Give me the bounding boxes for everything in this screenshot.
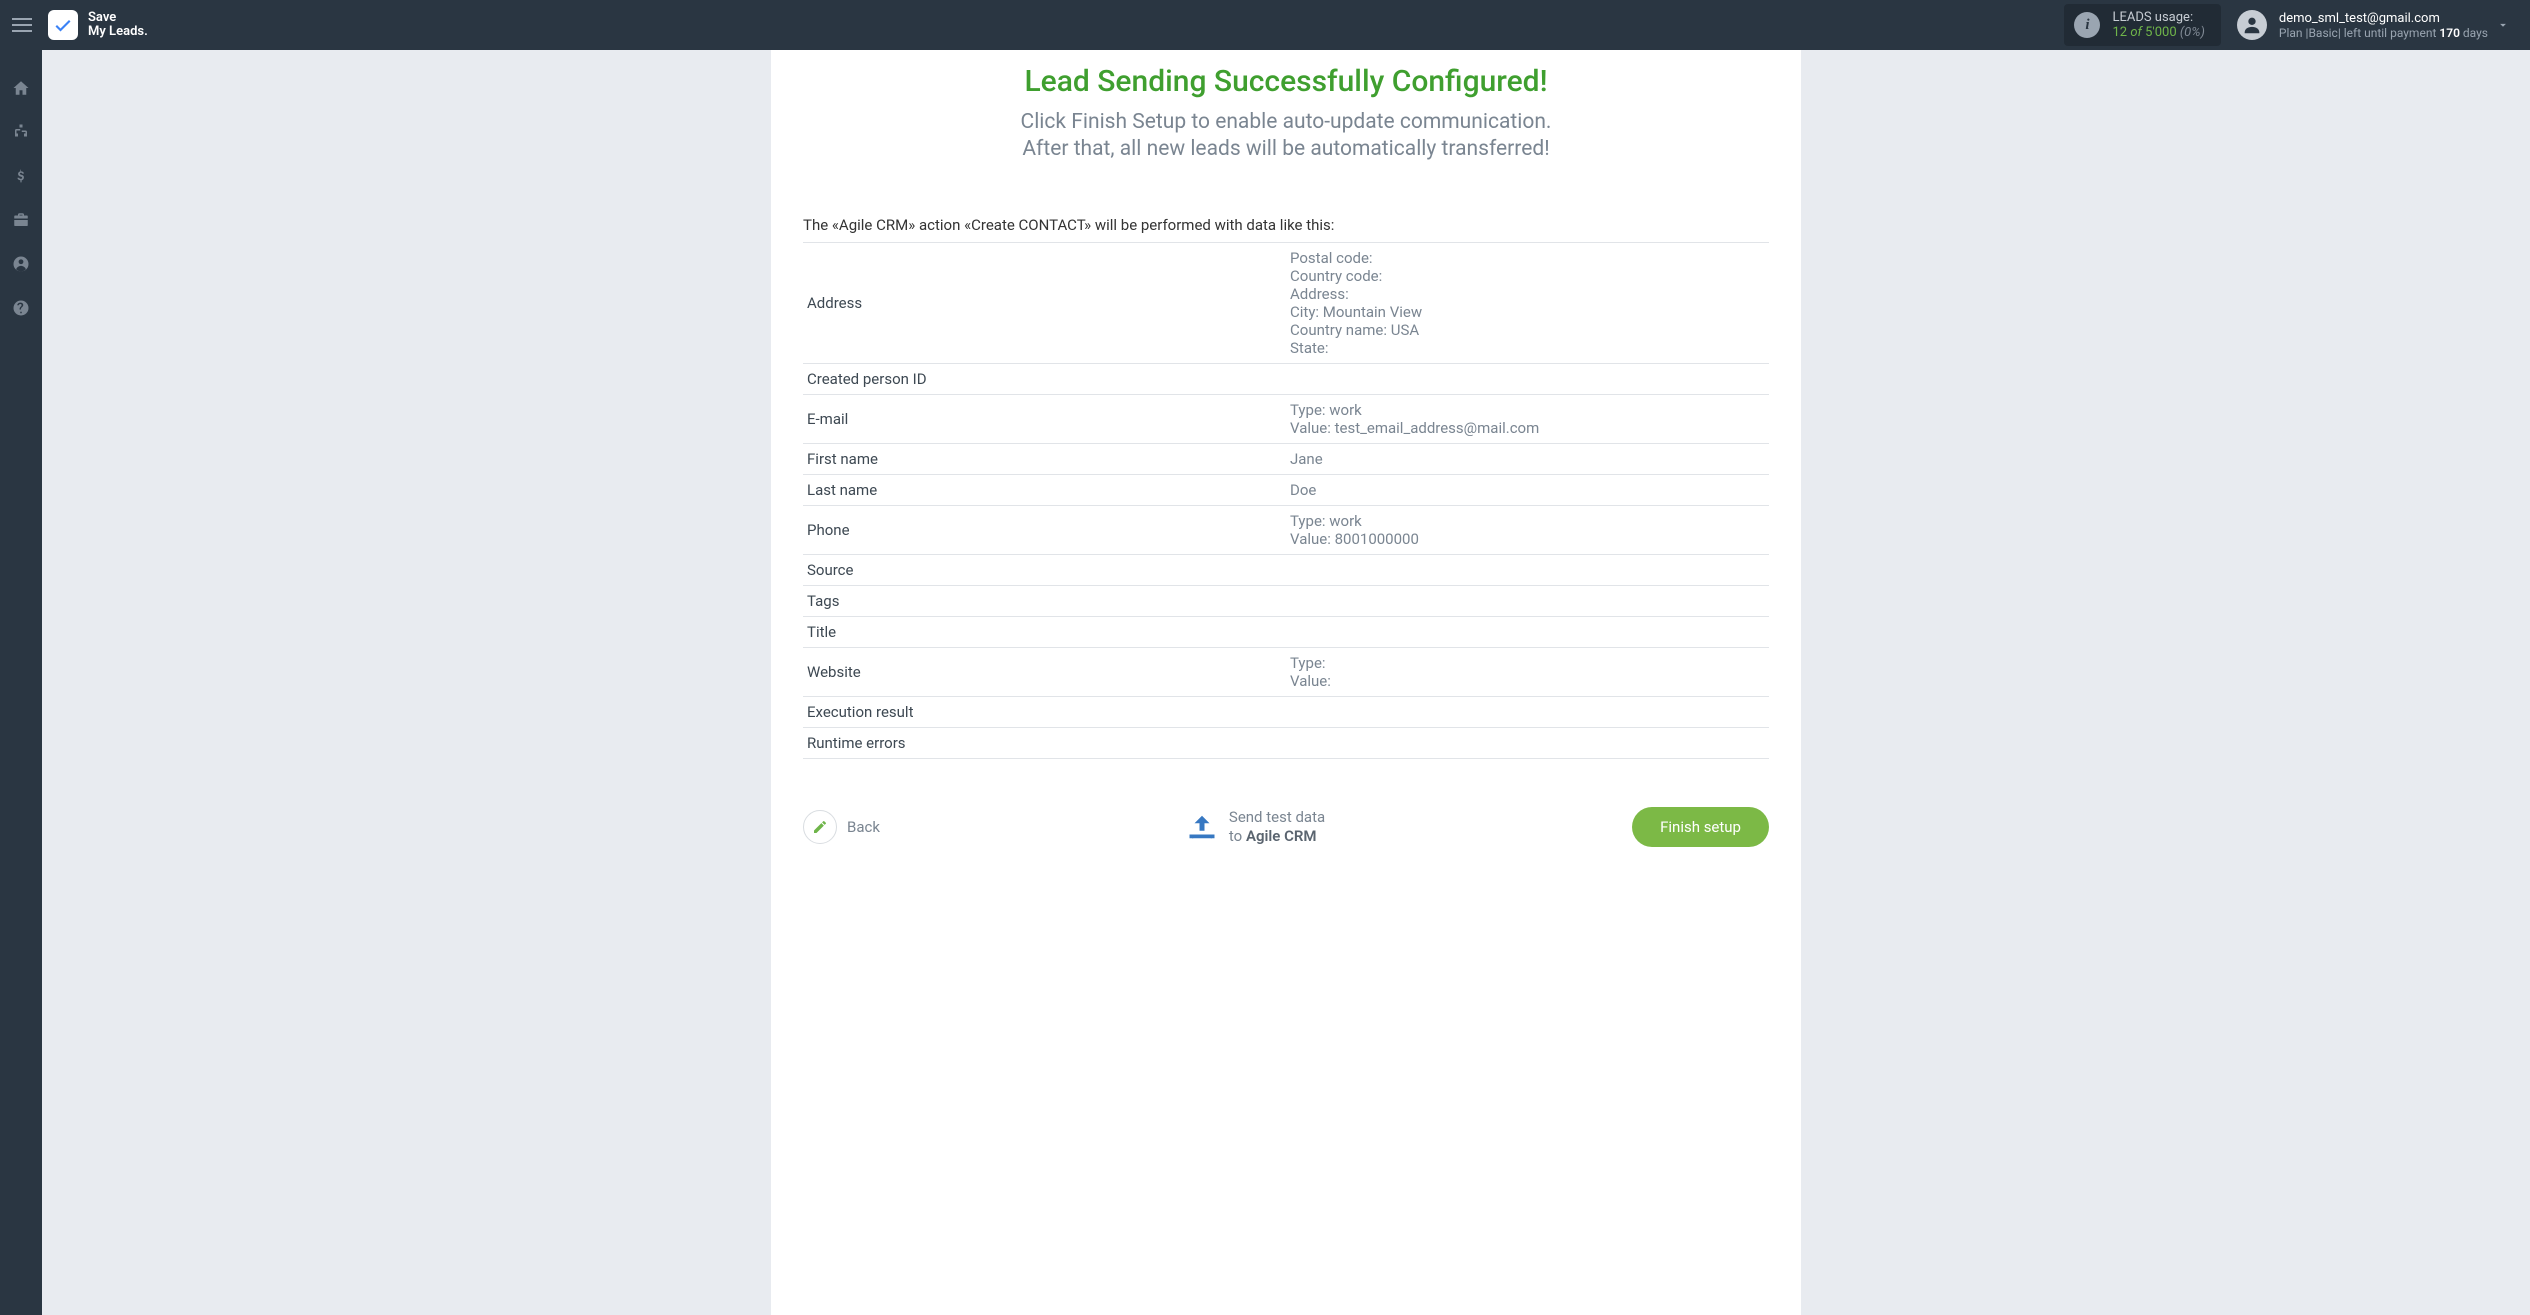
field-key: Source	[803, 554, 1286, 585]
field-value: Jane	[1286, 443, 1769, 474]
field-value: Postal code:Country code:Address:City: M…	[1286, 242, 1769, 363]
field-key: Tags	[803, 585, 1286, 616]
field-key: E-mail	[803, 394, 1286, 443]
table-row: Title	[803, 616, 1769, 647]
menu-toggle-icon[interactable]	[12, 13, 36, 37]
send-test-button[interactable]: Send test data to Agile CRM	[1187, 808, 1325, 846]
field-key: First name	[803, 443, 1286, 474]
field-key: Execution result	[803, 696, 1286, 727]
home-icon[interactable]	[11, 78, 31, 98]
brand-name: Save My Leads.	[88, 11, 148, 39]
info-icon: i	[2074, 12, 2100, 38]
usage-of: of	[2130, 25, 2142, 40]
field-value	[1286, 727, 1769, 758]
table-row: Source	[803, 554, 1769, 585]
data-preview-table: AddressPostal code:Country code:Address:…	[803, 242, 1769, 759]
back-button[interactable]: Back	[803, 810, 880, 844]
sidebar	[0, 50, 42, 1315]
table-row: Created person ID	[803, 363, 1769, 394]
table-row: First nameJane	[803, 443, 1769, 474]
app-header: Save My Leads. i LEADS usage: 12 of 5'00…	[0, 0, 2530, 50]
logo-icon[interactable]	[48, 10, 78, 40]
field-key: Phone	[803, 505, 1286, 554]
field-key: Created person ID	[803, 363, 1286, 394]
table-row: AddressPostal code:Country code:Address:…	[803, 242, 1769, 363]
field-key: Address	[803, 242, 1286, 363]
table-row: PhoneType: workValue: 8001000000	[803, 505, 1769, 554]
content-panel: Lead Sending Successfully Configured! Cl…	[771, 50, 1801, 1315]
field-key: Website	[803, 647, 1286, 696]
field-value	[1286, 363, 1769, 394]
back-label: Back	[847, 818, 880, 836]
usage-box[interactable]: i LEADS usage: 12 of 5'000 (0%)	[2064, 4, 2220, 46]
dollar-icon[interactable]	[11, 166, 31, 186]
field-value: Type: workValue: test_email_address@mail…	[1286, 394, 1769, 443]
brand-line2: My Leads.	[88, 25, 148, 39]
field-value	[1286, 616, 1769, 647]
table-row: Runtime errors	[803, 727, 1769, 758]
user-email: demo_sml_test@gmail.com	[2279, 11, 2488, 26]
user-menu[interactable]: demo_sml_test@gmail.com Plan |Basic| lef…	[2237, 10, 2488, 40]
main-content: Lead Sending Successfully Configured! Cl…	[42, 50, 2530, 1315]
page-subheading: Click Finish Setup to enable auto-update…	[771, 109, 1801, 164]
field-value	[1286, 554, 1769, 585]
finish-setup-button[interactable]: Finish setup	[1632, 807, 1769, 847]
usage-pct: (0%)	[2180, 25, 2205, 40]
page-heading: Lead Sending Successfully Configured!	[771, 64, 1801, 99]
field-value: Type: workValue: 8001000000	[1286, 505, 1769, 554]
footer-actions: Back Send test data to Agile CRM Finish …	[771, 759, 1801, 847]
field-value: Type:Value:	[1286, 647, 1769, 696]
pencil-icon	[803, 810, 837, 844]
help-icon[interactable]	[11, 298, 31, 318]
field-value	[1286, 696, 1769, 727]
field-key: Runtime errors	[803, 727, 1286, 758]
user-icon[interactable]	[11, 254, 31, 274]
briefcase-icon[interactable]	[11, 210, 31, 230]
action-description: The «Agile CRM» action «Create CONTACT» …	[771, 216, 1801, 234]
field-value: Doe	[1286, 474, 1769, 505]
chevron-down-icon[interactable]	[2488, 18, 2518, 32]
usage-count: 12	[2112, 25, 2127, 40]
usage-total: 5'000	[2145, 25, 2177, 40]
avatar-icon	[2237, 10, 2267, 40]
user-plan: Plan |Basic| left until payment 170 days	[2279, 26, 2488, 40]
field-key: Title	[803, 616, 1286, 647]
send-test-label: Send test data to Agile CRM	[1229, 808, 1325, 846]
table-row: Execution result	[803, 696, 1769, 727]
field-value	[1286, 585, 1769, 616]
upload-icon	[1187, 812, 1217, 842]
table-row: Tags	[803, 585, 1769, 616]
table-row: Last nameDoe	[803, 474, 1769, 505]
sitemap-icon[interactable]	[11, 122, 31, 142]
table-row: E-mailType: workValue: test_email_addres…	[803, 394, 1769, 443]
usage-text: LEADS usage: 12 of 5'000 (0%)	[2112, 10, 2204, 40]
field-key: Last name	[803, 474, 1286, 505]
brand-line1: Save	[88, 11, 148, 25]
table-row: WebsiteType:Value:	[803, 647, 1769, 696]
usage-label: LEADS usage:	[2112, 10, 2204, 25]
